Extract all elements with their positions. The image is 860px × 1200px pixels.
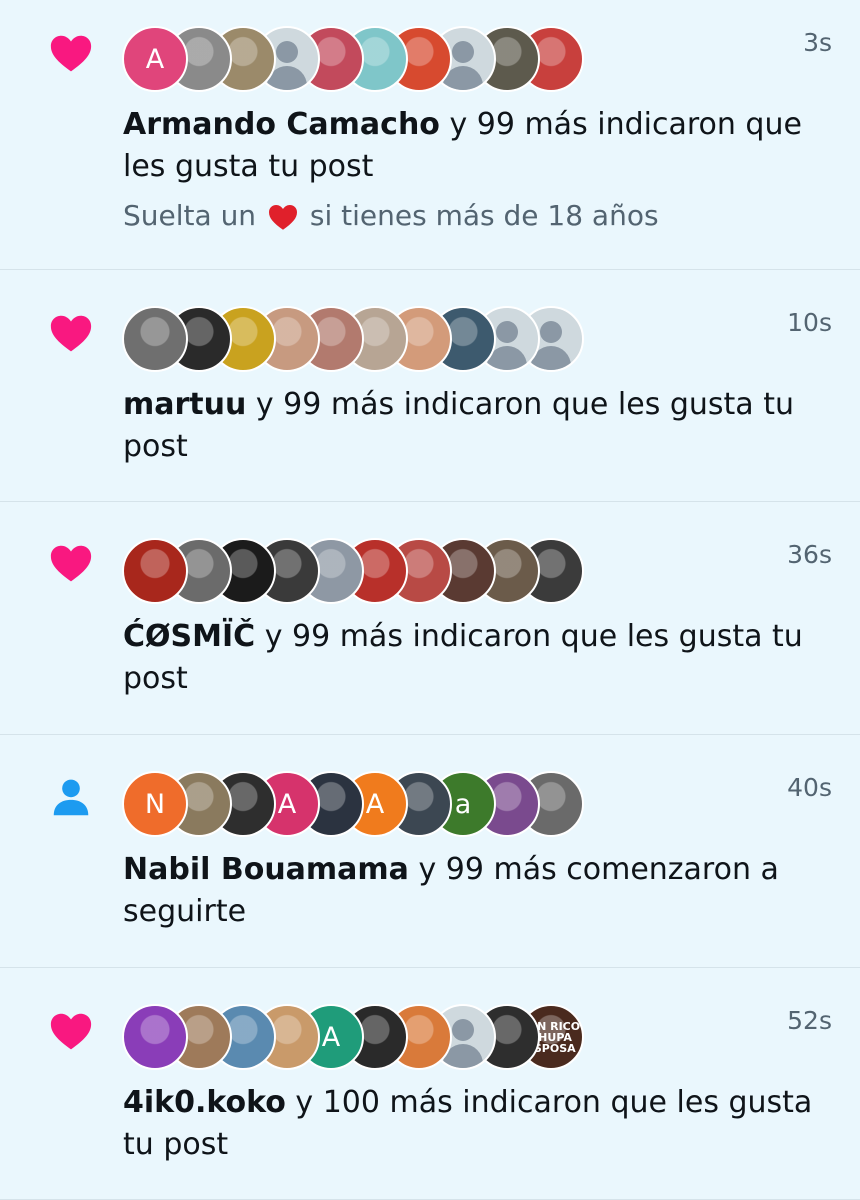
user-name[interactable]: martuu bbox=[123, 387, 246, 422]
avatar-image[interactable] bbox=[122, 306, 188, 372]
user-name[interactable]: 4ik0.koko bbox=[123, 1085, 286, 1120]
heart-icon bbox=[48, 1008, 94, 1054]
notification-text: Nabil Bouamama y 99 más comenzaron a seg… bbox=[123, 849, 832, 933]
timestamp: 10s bbox=[787, 308, 832, 337]
heart-icon bbox=[48, 30, 94, 76]
notification-text: 4ik0.koko y 100 más indicaron que les gu… bbox=[123, 1082, 832, 1166]
user-name[interactable]: Armando Camacho bbox=[123, 107, 440, 142]
notification-text: Armando Camacho y 99 más indicaron que l… bbox=[123, 104, 832, 188]
user-name[interactable]: Nabil Bouamama bbox=[123, 852, 409, 887]
red-heart-emoji bbox=[265, 201, 301, 233]
notification-item[interactable]: A 3s Armando Camacho y 99 más indicaron … bbox=[0, 0, 860, 270]
timestamp: 3s bbox=[803, 28, 832, 57]
post-preview-before: Suelta un bbox=[123, 199, 265, 232]
notifications-feed: A 3s Armando Camacho y 99 más indicaron … bbox=[0, 0, 860, 1200]
heart-icon bbox=[48, 540, 94, 586]
post-preview-text: Suelta un si tienes más de 18 años bbox=[123, 196, 832, 236]
user-name[interactable]: ĆØSMÏČ bbox=[123, 619, 255, 654]
avatar-row: A TAN RICO CHUPA ESPOSA bbox=[122, 1004, 584, 1072]
avatar-image[interactable] bbox=[122, 1004, 188, 1070]
notification-item[interactable]: A TAN RICO CHUPA ESPOSA 52s 4ik0.koko y 1… bbox=[0, 968, 860, 1200]
person-icon bbox=[48, 775, 94, 821]
avatar-row bbox=[122, 306, 584, 374]
heart-icon bbox=[48, 310, 94, 356]
notification-text: ĆØSMÏČ y 99 más indicaron que les gusta … bbox=[123, 616, 832, 700]
letter-avatar[interactable]: N bbox=[122, 771, 188, 837]
notification-item[interactable]: 10s martuu y 99 más indicaron que les gu… bbox=[0, 270, 860, 502]
letter-avatar[interactable]: A bbox=[122, 26, 188, 92]
avatar-image[interactable] bbox=[122, 538, 188, 604]
notification-text: martuu y 99 más indicaron que les gusta … bbox=[123, 384, 832, 468]
timestamp: 36s bbox=[787, 540, 832, 569]
timestamp: 40s bbox=[787, 773, 832, 802]
post-preview-after: si tienes más de 18 años bbox=[300, 199, 659, 232]
avatar-row bbox=[122, 538, 584, 606]
timestamp: 52s bbox=[787, 1006, 832, 1035]
notification-item[interactable]: NAAa 40s Nabil Bouamama y 99 más comenza… bbox=[0, 735, 860, 968]
avatar-row: A bbox=[122, 26, 584, 94]
notification-item[interactable]: 36s ĆØSMÏČ y 99 más indicaron que les gu… bbox=[0, 502, 860, 735]
avatar-row: NAAa bbox=[122, 771, 584, 839]
